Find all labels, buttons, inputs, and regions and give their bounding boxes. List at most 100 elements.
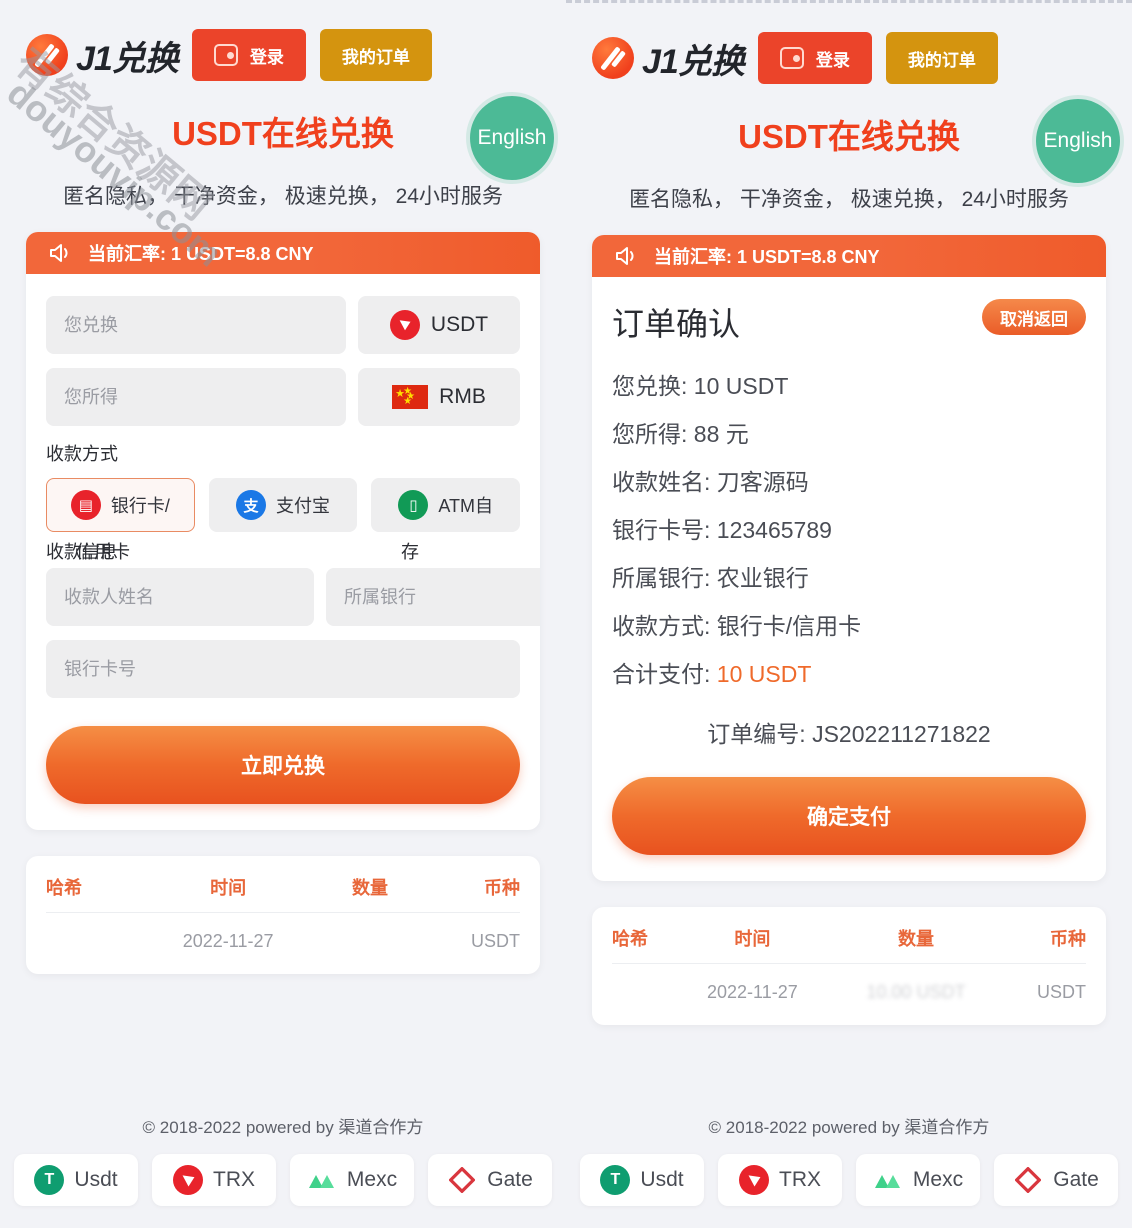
brand-name: J1兑换 — [76, 39, 179, 78]
my-orders-button-label: 我的订单 — [341, 47, 410, 67]
table-row: 2022-11-27 10.00 USDT USDT — [612, 964, 1086, 1004]
bank-card-icon: ▤ — [70, 490, 101, 520]
coin-badge-gate[interactable]: Gate — [428, 1154, 552, 1206]
rate-banner: 当前汇率: 1 USDT=8.8 CNY — [26, 232, 540, 274]
my-orders-button[interactable]: 我的订单 — [885, 32, 998, 84]
gate-icon — [1013, 1165, 1043, 1195]
pay-currency-selector[interactable]: USDT — [358, 296, 520, 354]
exchange-card: 当前汇率: 1 USDT=8.8 CNY USDT — [26, 232, 540, 830]
right-panel-order-confirm: J1兑换 登录 我的订单 USDT在线兑换 English 匿名隐私， 干净资金… — [566, 0, 1132, 1228]
order-number-value: JS202211271822 — [812, 721, 991, 747]
column-header-coin: 币种 — [1001, 925, 1086, 964]
payee-name-input[interactable] — [46, 568, 314, 626]
login-button[interactable]: 登录 — [191, 29, 306, 81]
footer-right: © 2018-2022 powered by 渠道合作方 T Usdt TRX — [566, 1099, 1132, 1228]
top-bar: J1兑换 登录 我的订单 — [0, 0, 566, 92]
transaction-table-card-left: 哈希 时间 数量 币种 2022-11-27 USDT — [26, 856, 540, 974]
coin-badge-mexc-label: Mexc — [346, 1168, 398, 1191]
order-detail-row: 您兑换: 10 USDT — [612, 367, 1086, 401]
table-header-row: 哈希 时间 数量 币种 — [612, 925, 1086, 964]
rate-banner: 当前汇率: 1 USDT=8.8 CNY — [592, 235, 1106, 277]
bank-name-input[interactable] — [326, 568, 540, 626]
pay-amount-input[interactable] — [46, 296, 346, 354]
coin-badge-gate-label: Gate — [487, 1168, 533, 1191]
brand-logo[interactable]: J1兑换 — [592, 34, 745, 83]
brand-name: J1兑换 — [642, 42, 745, 81]
tron-icon — [173, 1165, 203, 1195]
order-header: 订单确认 取消返回 — [612, 299, 1086, 345]
coin-badge-mexc[interactable]: Mexc — [290, 1154, 414, 1206]
coin-badge-trx[interactable]: TRX — [718, 1154, 842, 1206]
cell-amount: 10.00 USDT — [866, 982, 966, 1002]
hero-subtitle: 匿名隐私， 干净资金， 极速兑换， 24小时服务 — [629, 188, 1069, 211]
brand-logo[interactable]: J1兑换 — [26, 31, 179, 80]
mexc-icon — [307, 1165, 337, 1195]
pay-row: USDT — [46, 296, 520, 354]
receive-currency-label: RMB — [439, 385, 486, 408]
left-panel-exchange-form: 有综合资源网 douyouvip.com J1兑换 登录 我的订单 USDT在线… — [0, 0, 566, 1228]
transaction-table-card-right: 哈希 时间 数量 币种 2022-11-27 10.00 USDT USDT — [592, 907, 1106, 1025]
confirm-payment-button[interactable]: 确定支付 — [612, 777, 1086, 855]
order-number-row: 订单编号: JS202211271822 — [612, 715, 1086, 749]
order-detail-label: 您所得: — [612, 421, 688, 447]
hero-title-row: USDT在线兑换 English — [0, 92, 566, 180]
order-confirm-body: 订单确认 取消返回 您兑换: 10 USDT 您所得: 88 元 收款姓名: 刀… — [592, 277, 1106, 881]
receive-currency-selector[interactable]: ★ ★ ★ ★ RMB — [358, 368, 520, 426]
rate-text: 当前汇率: 1 USDT=8.8 CNY — [88, 244, 314, 264]
cancel-return-button[interactable]: 取消返回 — [982, 299, 1086, 335]
login-button[interactable]: 登录 — [757, 32, 872, 84]
copyright-text: © 2018-2022 powered by 渠道合作方 — [142, 1118, 424, 1137]
order-detail-label: 收款姓名: — [612, 469, 711, 495]
tron-icon — [739, 1165, 769, 1195]
coin-badge-trx[interactable]: TRX — [152, 1154, 276, 1206]
alipay-icon: 支 — [236, 490, 266, 520]
page-title: USDT在线兑换 — [172, 115, 394, 152]
coin-badge-usdt[interactable]: T Usdt — [14, 1154, 138, 1206]
j1-logo-mark-icon — [26, 34, 68, 76]
coin-badge-mexc[interactable]: Mexc — [856, 1154, 980, 1206]
cell-time: 2022-11-27 — [182, 931, 274, 951]
order-detail-label: 收款方式: — [612, 613, 711, 639]
order-detail-value: 10 USDT — [693, 373, 789, 399]
mexc-icon — [873, 1165, 903, 1195]
card-number-row — [46, 640, 520, 698]
order-detail-label: 您兑换: — [612, 373, 688, 399]
order-detail-row-total: 合计支付: 10 USDT — [612, 655, 1086, 689]
speaker-icon — [616, 247, 634, 265]
payment-method-alipay[interactable]: 支 支付宝 — [208, 478, 358, 532]
rate-text: 当前汇率: 1 USDT=8.8 CNY — [654, 247, 880, 267]
order-detail-label: 所属银行: — [612, 565, 711, 591]
coin-badge-usdt[interactable]: T Usdt — [580, 1154, 704, 1206]
coin-badge-usdt-label: Usdt — [74, 1168, 118, 1191]
copyright-text: © 2018-2022 powered by 渠道合作方 — [708, 1118, 990, 1137]
hero-title-row: USDT在线兑换 English — [566, 95, 1132, 183]
language-switch-button[interactable]: English — [470, 96, 554, 180]
language-switch-button[interactable]: English — [1036, 99, 1120, 183]
cell-time: 2022-11-27 — [706, 982, 798, 1002]
atm-icon: ▯ — [398, 490, 429, 520]
my-orders-button[interactable]: 我的订单 — [319, 29, 432, 81]
card-number-input[interactable] — [46, 640, 520, 698]
wallet-icon — [213, 44, 238, 66]
order-total-value: 10 USDT — [716, 661, 812, 687]
receive-row: ★ ★ ★ ★ RMB — [46, 368, 520, 426]
coin-badge-gate[interactable]: Gate — [994, 1154, 1118, 1206]
footer-left: © 2018-2022 powered by 渠道合作方 T Usdt TRX — [0, 1099, 566, 1228]
order-detail-value: 农业银行 — [716, 565, 809, 591]
table-row: 2022-11-27 USDT — [46, 913, 520, 953]
payment-method-bank-card-label: 银行卡/ — [110, 496, 170, 516]
speaker-icon — [50, 244, 68, 262]
partner-coin-list: T Usdt TRX Mexc Gate — [0, 1154, 566, 1218]
exchange-now-button[interactable]: 立即兑换 — [46, 726, 520, 804]
coin-badge-usdt-label: Usdt — [640, 1168, 684, 1191]
usdt-icon: T — [34, 1165, 65, 1195]
dual-panel-screenshot: 有综合资源网 douyouvip.com J1兑换 登录 我的订单 USDT在线… — [0, 0, 1132, 1228]
order-number-label: 订单编号: — [707, 721, 806, 747]
payment-method-bank-card[interactable]: ▤ 银行卡/ — [46, 478, 195, 532]
receive-amount-input[interactable] — [46, 368, 346, 426]
order-detail-list: 您兑换: 10 USDT 您所得: 88 元 收款姓名: 刀客源码 银行卡号: … — [612, 367, 1086, 689]
cell-hash — [46, 913, 127, 953]
china-flag-icon: ★ ★ ★ ★ — [392, 385, 429, 409]
order-confirm-card: 当前汇率: 1 USDT=8.8 CNY 订单确认 取消返回 您兑换: 10 U… — [592, 235, 1106, 881]
payment-method-atm[interactable]: ▯ ATM自 — [371, 478, 521, 532]
